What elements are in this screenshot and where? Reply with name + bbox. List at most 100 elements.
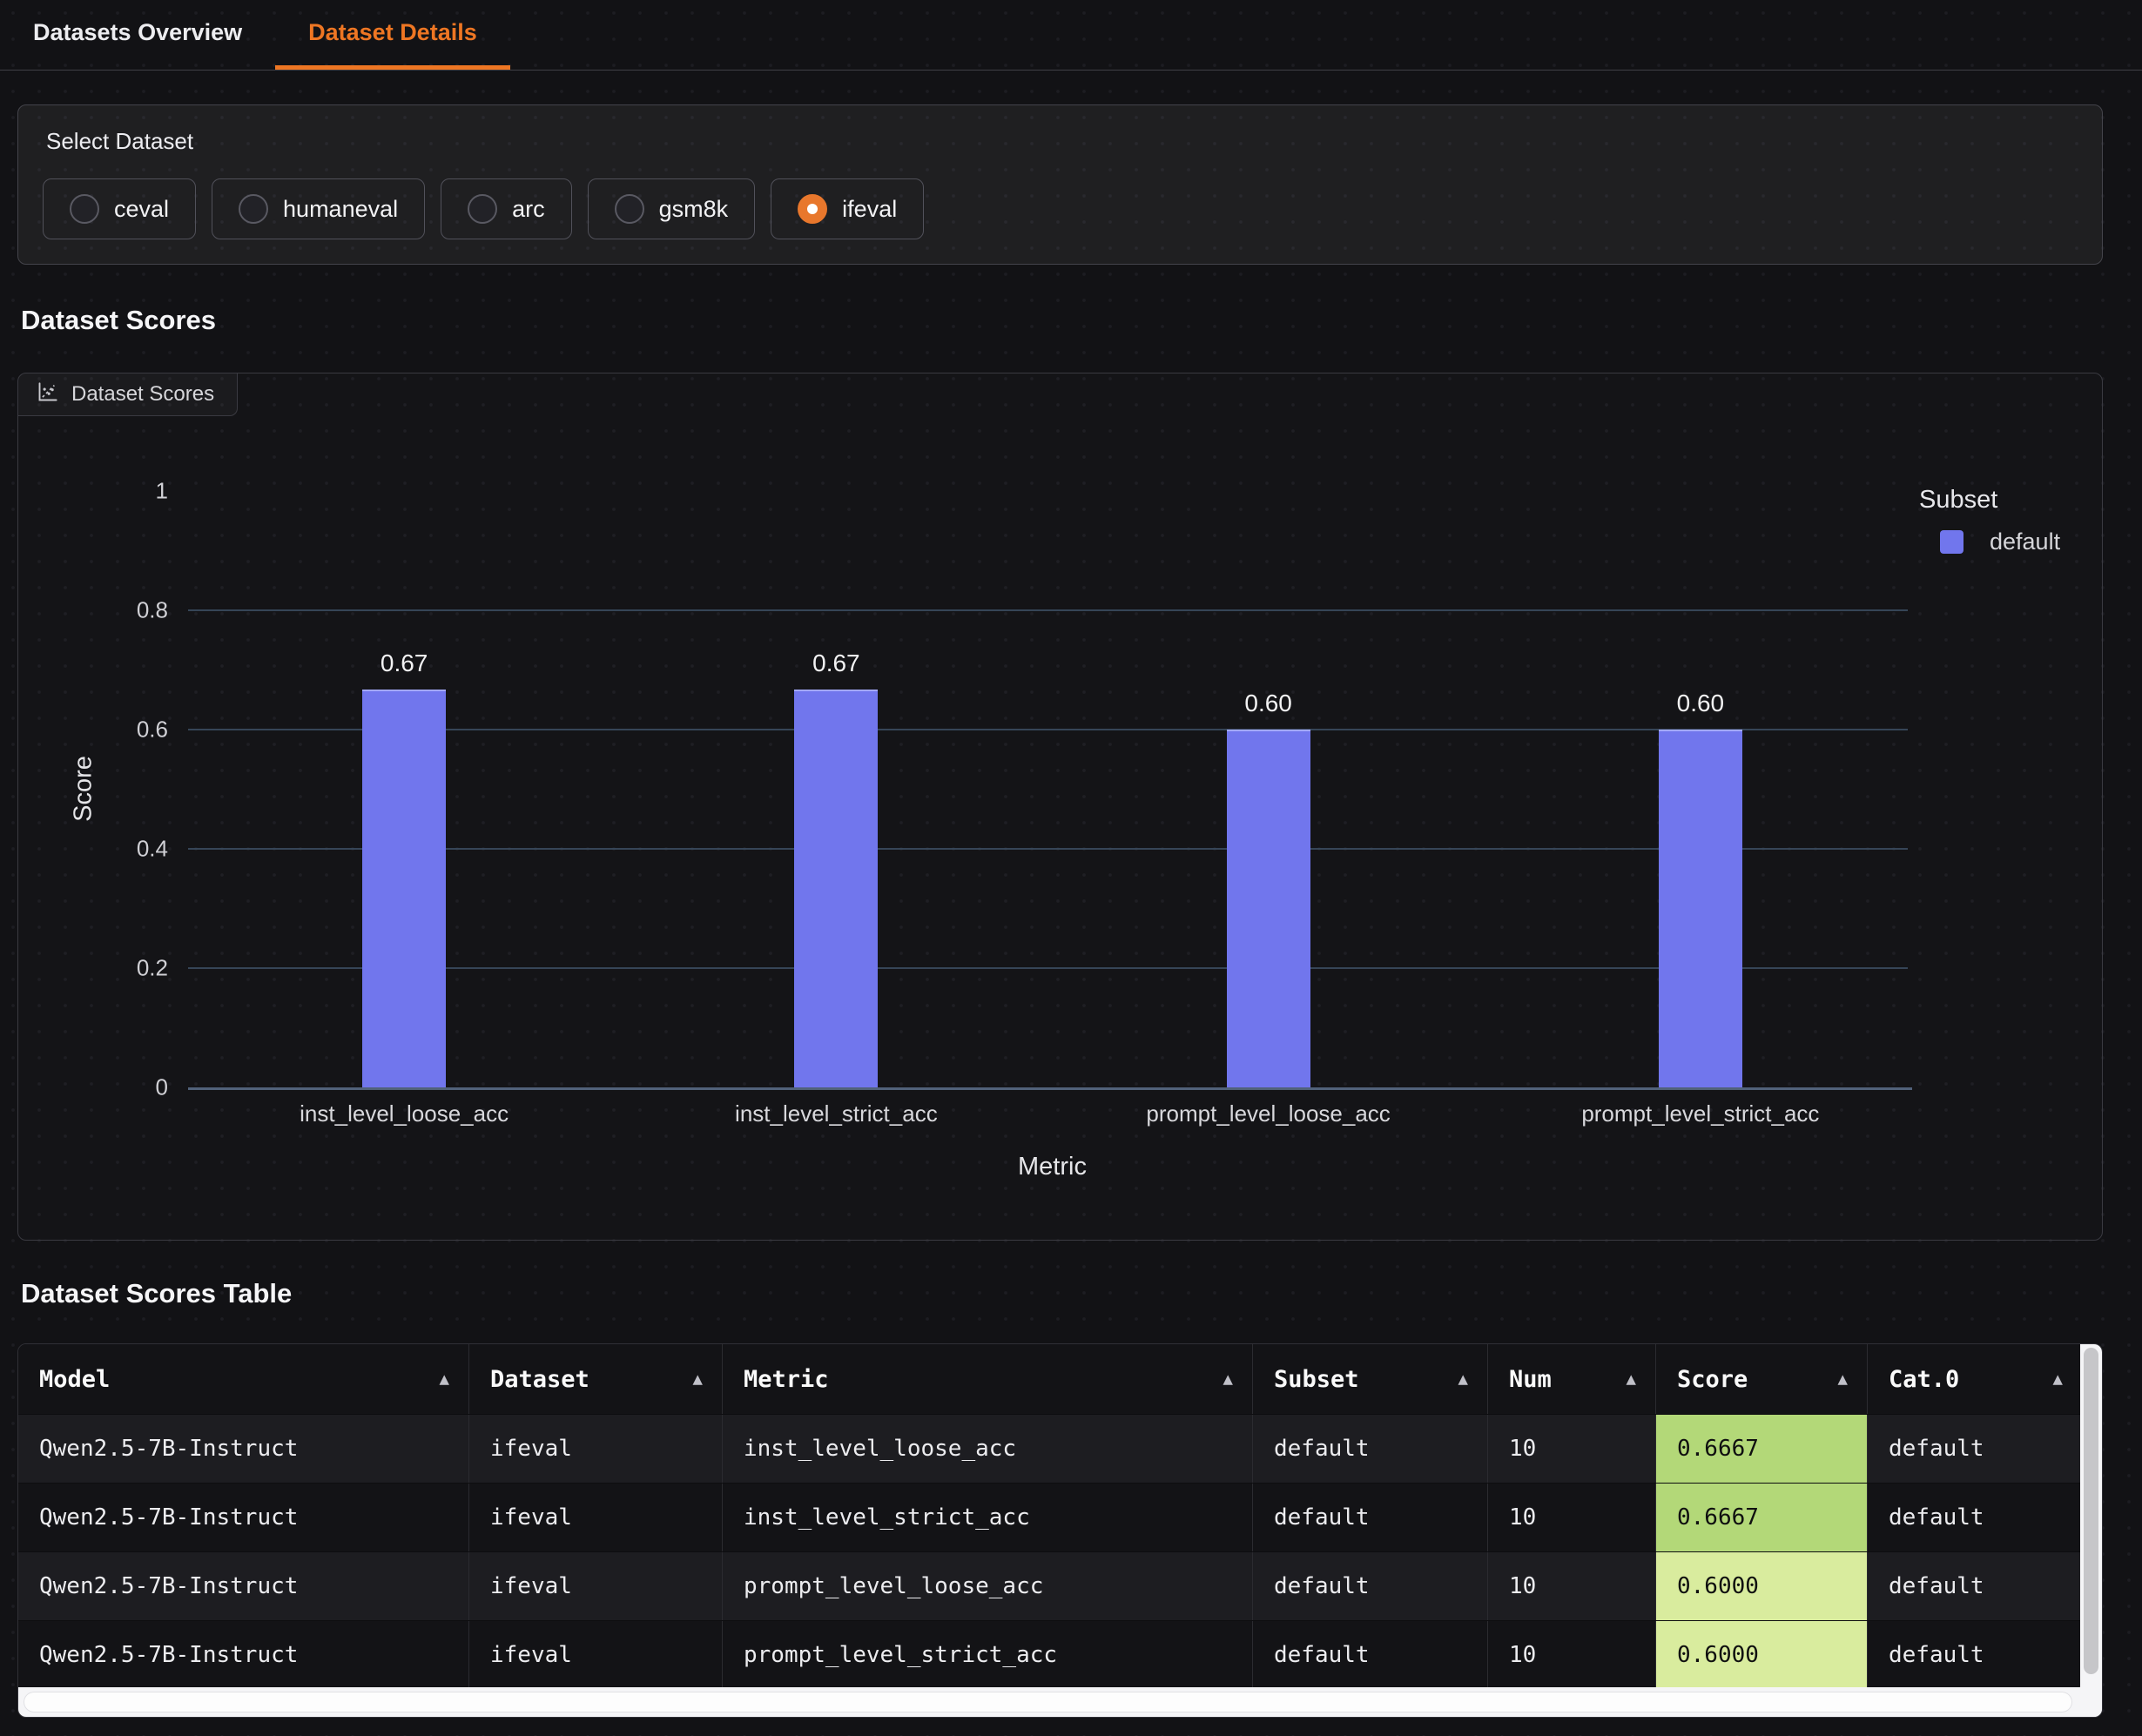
y-gridline bbox=[188, 967, 1908, 969]
dataset-scores-table: Model▲Dataset▲Metric▲Subset▲Num▲Score▲Ca… bbox=[17, 1343, 2103, 1718]
score-cell: 0.6000 bbox=[1656, 1621, 1868, 1689]
metric-cell: prompt_level_strict_acc bbox=[723, 1621, 1253, 1689]
subset-cell: default bbox=[1253, 1415, 1488, 1483]
table-row[interactable]: Qwen2.5-7B-Instructifevalprompt_level_st… bbox=[18, 1620, 2082, 1689]
dataset-scores-heading: Dataset Scores bbox=[21, 305, 216, 336]
sort-arrow-icon[interactable]: ▲ bbox=[1223, 1369, 1233, 1389]
dataset-scores-chart-panel: Dataset Scores 00.20.40.60.810.67inst_le… bbox=[17, 373, 2103, 1241]
y-axis-tick-label: 0.8 bbox=[18, 597, 168, 624]
column-header-score[interactable]: Score ▲ bbox=[1656, 1344, 1868, 1414]
dataset-radio-group: ceval humaneval arc gsm8k ifeval bbox=[43, 178, 924, 239]
dataset-cell: ifeval bbox=[469, 1552, 723, 1620]
sort-arrow-icon[interactable]: ▲ bbox=[1458, 1369, 1468, 1389]
dataset-option-ifeval[interactable]: ifeval bbox=[771, 178, 924, 239]
scatter-plot-icon bbox=[36, 380, 59, 408]
x-axis-tick-label: inst_level_strict_acc bbox=[631, 1100, 1041, 1127]
column-header-subset[interactable]: Subset▲ bbox=[1253, 1344, 1488, 1414]
chart-bar bbox=[1659, 730, 1742, 1087]
y-axis-tick-label: 0.6 bbox=[18, 717, 168, 744]
horizontal-scrollbar[interactable] bbox=[18, 1687, 2102, 1717]
dataset-scores-table-heading: Dataset Scores Table bbox=[21, 1278, 292, 1309]
dataset-cell: ifeval bbox=[469, 1415, 723, 1483]
y-axis-title: Score bbox=[70, 756, 98, 822]
chart-bar bbox=[794, 690, 878, 1087]
chart-bar bbox=[1227, 730, 1310, 1087]
score-cell: 0.6000 bbox=[1656, 1552, 1868, 1620]
sort-arrow-icon[interactable]: ▲ bbox=[1838, 1369, 1848, 1389]
table-header-row: Model▲Dataset▲Metric▲Subset▲Num▲Score▲Ca… bbox=[18, 1344, 2082, 1414]
chart-panel-tab[interactable]: Dataset Scores bbox=[18, 373, 238, 416]
bar-value-label: 0.60 bbox=[1199, 690, 1338, 717]
top-tab-bar: Datasets Overview Dataset Details bbox=[0, 0, 2142, 71]
model-cell: Qwen2.5-7B-Instruct bbox=[18, 1621, 469, 1689]
column-header-label: Score bbox=[1677, 1366, 1748, 1393]
score-cell: 0.6667 bbox=[1656, 1484, 1868, 1551]
legend-swatch-icon bbox=[1940, 530, 1964, 554]
column-header-label: Dataset bbox=[490, 1366, 589, 1393]
table-row[interactable]: Qwen2.5-7B-Instructifevalprompt_level_lo… bbox=[18, 1551, 2082, 1620]
tab-dataset-details[interactable]: Dataset Details bbox=[275, 0, 510, 70]
legend-entry-default[interactable]: default bbox=[1940, 528, 2060, 555]
radio-icon[interactable] bbox=[615, 194, 644, 224]
score-cell: 0.6667 bbox=[1656, 1415, 1868, 1483]
metric-cell: inst_level_strict_acc bbox=[723, 1484, 1253, 1551]
horizontal-scrollbar-thumb[interactable] bbox=[24, 1692, 2072, 1712]
dataset-option-label: arc bbox=[512, 196, 545, 223]
vertical-scrollbar-thumb[interactable] bbox=[2084, 1348, 2098, 1674]
table-row[interactable]: Qwen2.5-7B-Instructifevalinst_level_loos… bbox=[18, 1414, 2082, 1483]
column-header-dataset[interactable]: Dataset ▲ bbox=[469, 1344, 723, 1414]
subset-cell: default bbox=[1253, 1484, 1488, 1551]
sort-arrow-icon[interactable]: ▲ bbox=[440, 1369, 449, 1389]
tab-datasets-overview[interactable]: Datasets Overview bbox=[0, 0, 275, 70]
cat0-cell: default bbox=[1868, 1552, 2082, 1620]
column-header-cat-0[interactable]: Cat.0▲ bbox=[1868, 1344, 2082, 1414]
radio-icon[interactable] bbox=[798, 194, 827, 224]
column-header-metric[interactable]: Metric▲ bbox=[723, 1344, 1253, 1414]
legend-entry-label: default bbox=[1990, 528, 2060, 555]
select-dataset-label: Select Dataset bbox=[46, 128, 193, 155]
dataset-option-humaneval[interactable]: humaneval bbox=[212, 178, 425, 239]
column-header-label: Model bbox=[39, 1366, 110, 1393]
dataset-option-ceval[interactable]: ceval bbox=[43, 178, 196, 239]
subset-cell: default bbox=[1253, 1621, 1488, 1689]
column-header-label: Num bbox=[1509, 1366, 1552, 1393]
metric-cell: prompt_level_loose_acc bbox=[723, 1552, 1253, 1620]
radio-icon[interactable] bbox=[239, 194, 268, 224]
x-axis-line bbox=[188, 1087, 1912, 1090]
chart-legend: Subsetdefault bbox=[1919, 486, 2060, 555]
chart-bar bbox=[362, 690, 446, 1087]
x-axis-tick-label: inst_level_loose_acc bbox=[199, 1100, 609, 1127]
y-gridline bbox=[188, 729, 1908, 730]
cat0-cell: default bbox=[1868, 1621, 2082, 1689]
num-cell: 10 bbox=[1488, 1484, 1656, 1551]
table-body: Qwen2.5-7B-Instructifevalinst_level_loos… bbox=[18, 1414, 2082, 1689]
dataset-option-label: ceval bbox=[114, 196, 169, 223]
y-axis-tick-label: 0.4 bbox=[18, 836, 168, 863]
y-axis-tick-label: 0.2 bbox=[18, 955, 168, 982]
x-axis-tick-label: prompt_level_strict_acc bbox=[1496, 1100, 1905, 1127]
dataset-option-gsm8k[interactable]: gsm8k bbox=[588, 178, 756, 239]
y-axis-tick-label: 0 bbox=[18, 1074, 168, 1101]
vertical-scrollbar[interactable] bbox=[2080, 1344, 2102, 1717]
sort-arrow-icon[interactable]: ▲ bbox=[1627, 1369, 1636, 1389]
sort-arrow-icon[interactable]: ▲ bbox=[693, 1369, 703, 1389]
column-header-num[interactable]: Num ▲ bbox=[1488, 1344, 1656, 1414]
dataset-option-arc[interactable]: arc bbox=[441, 178, 572, 239]
bar-value-label: 0.67 bbox=[334, 649, 474, 677]
y-gridline bbox=[188, 609, 1908, 611]
subset-cell: default bbox=[1253, 1552, 1488, 1620]
y-gridline bbox=[188, 848, 1908, 850]
metric-cell: inst_level_loose_acc bbox=[723, 1415, 1253, 1483]
sort-arrow-icon[interactable]: ▲ bbox=[2053, 1369, 2063, 1389]
dataset-cell: ifeval bbox=[469, 1621, 723, 1689]
model-cell: Qwen2.5-7B-Instruct bbox=[18, 1552, 469, 1620]
x-axis-tick-label: prompt_level_loose_acc bbox=[1064, 1100, 1473, 1127]
radio-icon[interactable] bbox=[468, 194, 497, 224]
num-cell: 10 bbox=[1488, 1552, 1656, 1620]
radio-icon[interactable] bbox=[70, 194, 99, 224]
table-row[interactable]: Qwen2.5-7B-Instructifevalinst_level_stri… bbox=[18, 1483, 2082, 1551]
select-dataset-panel: Select Dataset ceval humaneval arc gsm8k ife… bbox=[17, 104, 2103, 265]
dataset-option-label: ifeval bbox=[842, 196, 897, 223]
column-header-model[interactable]: Model ▲ bbox=[18, 1344, 469, 1414]
x-axis-title: Metric bbox=[879, 1153, 1227, 1181]
